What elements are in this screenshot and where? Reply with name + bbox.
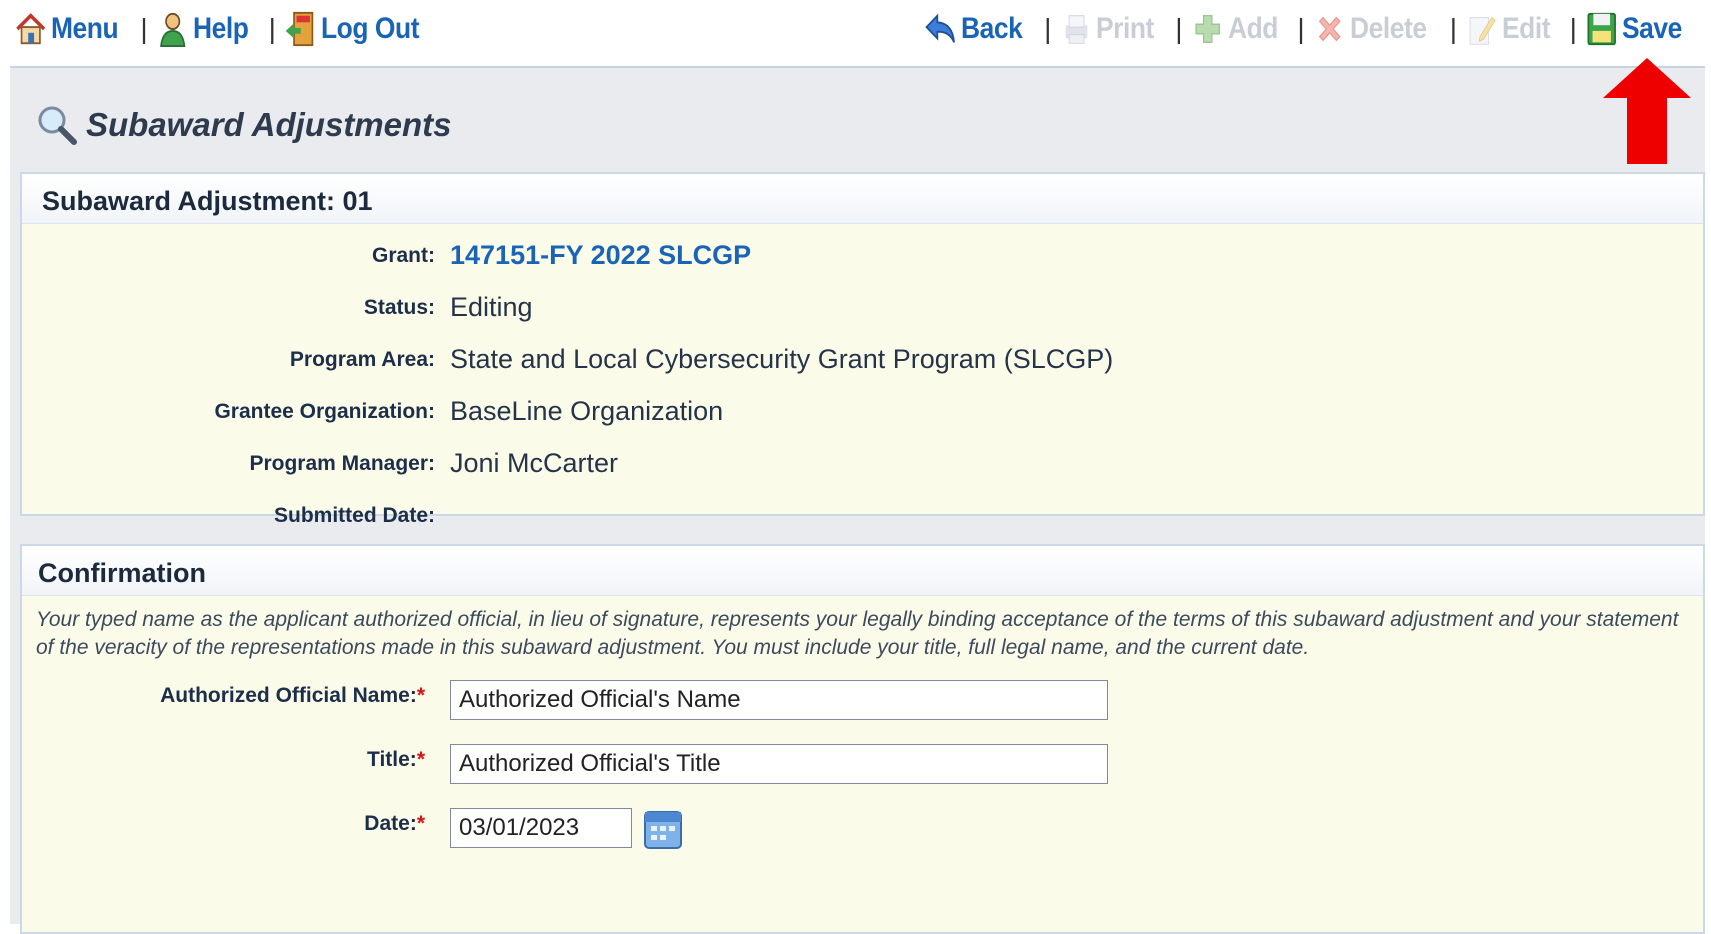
grant-row: Grant: 147151-FY 2022 SLCGP [22,230,1703,282]
submitted-date-label: Submitted Date: [273,504,435,527]
add-button[interactable]: Add [1191,10,1278,48]
status-row: Status: Editing [22,282,1703,334]
required-marker: * [416,748,425,771]
required-marker: * [416,812,425,835]
edit-button[interactable]: Edit [1465,10,1550,48]
separator: | [1569,13,1577,44]
program-manager-label: Program Manager: [249,452,435,475]
save-disk-icon [1587,12,1616,46]
delete-label: Delete [1349,12,1427,45]
printer-icon [1066,15,1088,44]
help-person-icon [159,12,185,48]
grant-label: Grant: [372,244,435,267]
grant-link[interactable]: 147151-FY 2022 SLCGP [450,240,751,271]
date-input[interactable] [450,808,632,848]
submitted-date-row: Submitted Date: [22,490,1703,542]
edit-icon [1469,16,1496,45]
official-name-input[interactable] [450,680,1108,720]
content-area: Subaward Adjustments Subaward Adjustment… [10,66,1705,934]
save-label: Save [1621,12,1682,45]
separator: | [1449,13,1457,44]
confirmation-header: Confirmation [22,546,1703,596]
page-header: Subaward Adjustments [36,104,452,146]
status-value: Editing [450,292,533,322]
separator: | [1044,13,1052,44]
separator: | [268,13,276,44]
help-link[interactable]: Help [156,10,248,48]
save-button[interactable]: Save [1585,10,1682,48]
program-manager-row: Program Manager: Joni McCarter [22,438,1703,490]
edit-label: Edit [1501,12,1551,45]
back-button[interactable]: Back [924,10,1023,48]
print-label: Print [1096,12,1155,45]
official-name-label-text: Authorized Official Name: [160,684,417,707]
separator: | [140,13,148,44]
title-label: Title:* [367,748,425,772]
official-name-label: Authorized Official Name:* [160,684,425,708]
separator: | [1175,13,1183,44]
subaward-details-panel: Subaward Adjustment: 01 Grant: 147151-FY… [20,172,1705,527]
grantee-label: Grantee Organization: [214,400,435,423]
menu-link[interactable]: Menu [14,10,119,48]
toolbar-right: Back | Print | Add | Delete | Edit | Sav… [924,10,1695,48]
home-icon [16,13,46,45]
top-toolbar: Menu | Help | Log Out Back | Print | Add… [0,0,1711,66]
back-label: Back [961,12,1023,45]
required-marker: * [416,684,425,707]
logout-label: Log Out [320,12,420,45]
help-label: Help [192,12,249,45]
toolbar-left: Menu | Help | Log Out [14,10,437,48]
back-arrow-icon [925,13,956,43]
date-row: Date:* [22,802,1703,866]
program-area-value: State and Local Cybersecurity Grant Prog… [450,344,1114,374]
official-title-input[interactable] [450,744,1108,784]
confirmation-note: Your typed name as the applicant authori… [36,608,1679,659]
add-icon [1194,14,1220,44]
magnifier-icon [38,106,77,145]
status-label: Status: [363,296,435,319]
annotation-arrow-icon [1603,58,1691,164]
grantee-row: Grantee Organization: BaseLine Organizat… [22,386,1703,438]
page-title: Subaward Adjustments [86,106,452,143]
title-row: Title:* [22,738,1703,802]
date-label: Date:* [364,812,425,836]
details-header: Subaward Adjustment: 01 [22,174,1703,224]
separator: | [1297,13,1305,44]
official-name-row: Authorized Official Name:* [22,674,1703,738]
delete-button[interactable]: Delete [1313,10,1427,48]
exit-door-icon [285,11,314,47]
print-button[interactable]: Print [1059,10,1155,48]
add-label: Add [1227,12,1278,45]
calendar-icon[interactable] [642,804,684,852]
title-label-text: Title: [367,748,417,771]
program-area-row: Program Area: State and Local Cybersecur… [22,334,1703,386]
logout-link[interactable]: Log Out [284,10,419,48]
program-area-label: Program Area: [289,348,435,371]
delete-icon [1318,16,1341,42]
menu-label: Menu [50,12,119,45]
date-label-text: Date: [364,812,417,835]
grantee-value: BaseLine Organization [450,396,724,426]
confirmation-panel: Confirmation Your typed name as the appl… [20,544,1705,934]
program-manager-value: Joni McCarter [450,448,619,478]
